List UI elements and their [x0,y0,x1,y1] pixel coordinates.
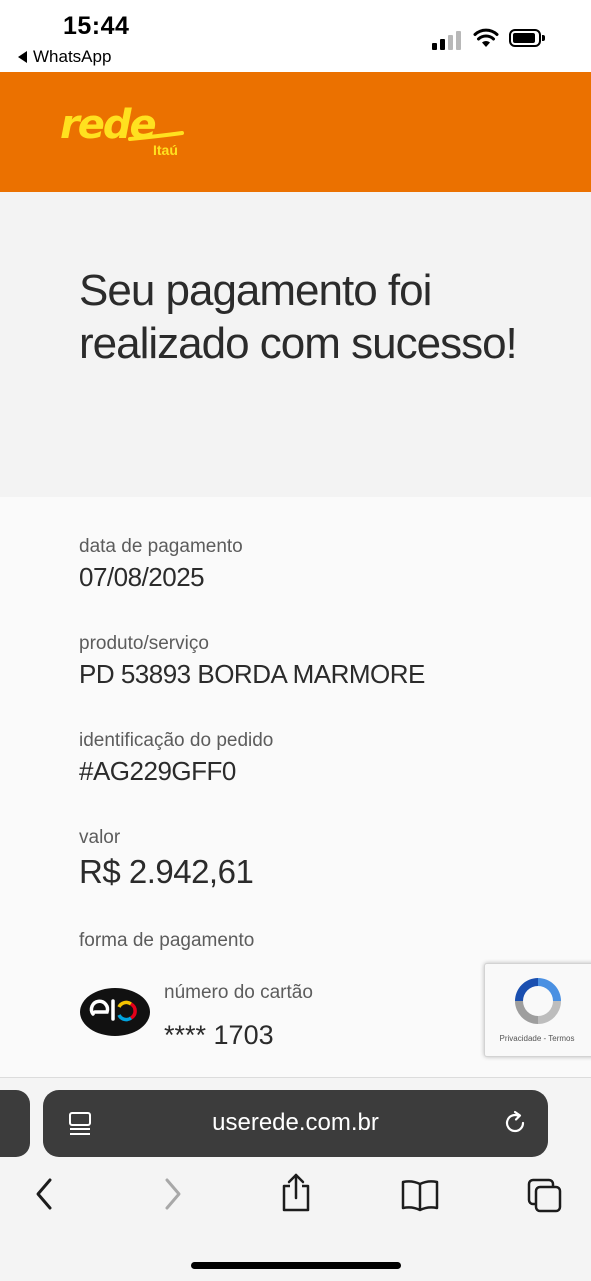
back-app-label: WhatsApp [33,47,112,66]
amount-value: R$ 2.942,61 [79,853,254,890]
order-id-field: identificação do pedido #AG229GFF0 [79,730,273,787]
amount-label: valor [79,827,121,848]
share-icon[interactable] [279,1172,313,1214]
address-bar[interactable]: userede.com.br [43,1090,548,1157]
page-title: Seu pagamento foi realizado com sucesso! [79,266,518,368]
itau-logo-text: Itaú [153,142,178,158]
status-time: 15:44 [63,12,130,40]
back-triangle-icon [18,51,27,63]
product-value: PD 53893 BORDA MARMORE [79,659,425,689]
url-text[interactable]: userede.com.br [43,1109,548,1137]
elo-card-logo-icon [80,988,150,1036]
payment-method-field: forma de pagamento [79,930,254,952]
amount-field: valor R$ 2.942,61 [79,827,254,891]
card-number-block: número do cartão **** 1703 [164,982,424,1051]
order-id-value: #AG229GFF0 [79,756,236,786]
payment-date-value: 07/08/2025 [79,562,205,592]
recaptcha-icon [515,978,561,1024]
svg-text:rede: rede [60,106,155,148]
payment-method-label: forma de pagamento [79,930,255,951]
reload-icon[interactable] [501,1109,529,1137]
card-number-value: **** 1703 [164,1020,274,1050]
home-indicator[interactable] [191,1262,401,1269]
back-to-app-link[interactable]: WhatsApp [18,47,111,67]
wifi-icon [473,28,499,47]
cellular-signal-icon [432,30,462,50]
status-bar: 15:44 WhatsApp [0,0,591,72]
order-id-label: identificação do pedido [79,730,274,751]
card-number-label: número do cartão [164,982,313,1003]
previous-tab-preview[interactable] [0,1090,30,1157]
success-hero: Seu pagamento foi realizado com sucesso! [0,192,591,497]
back-icon[interactable] [30,1176,60,1212]
recaptcha-badge[interactable]: Privacidade - Termos [484,963,591,1057]
battery-icon [509,29,545,47]
bookmarks-icon[interactable] [400,1178,440,1212]
product-field: produto/serviço PD 53893 BORDA MARMORE [79,633,425,690]
forward-icon[interactable] [157,1176,187,1212]
product-label: produto/serviço [79,633,209,654]
browser-toolbar: userede.com.br [0,1077,591,1281]
tabs-icon[interactable] [526,1177,564,1215]
payment-date-field: data de pagamento 07/08/2025 [79,536,243,593]
site-header: rede Itaú [0,72,591,192]
payment-date-label: data de pagamento [79,536,243,557]
recaptcha-links[interactable]: Privacidade - Termos [485,1034,589,1043]
